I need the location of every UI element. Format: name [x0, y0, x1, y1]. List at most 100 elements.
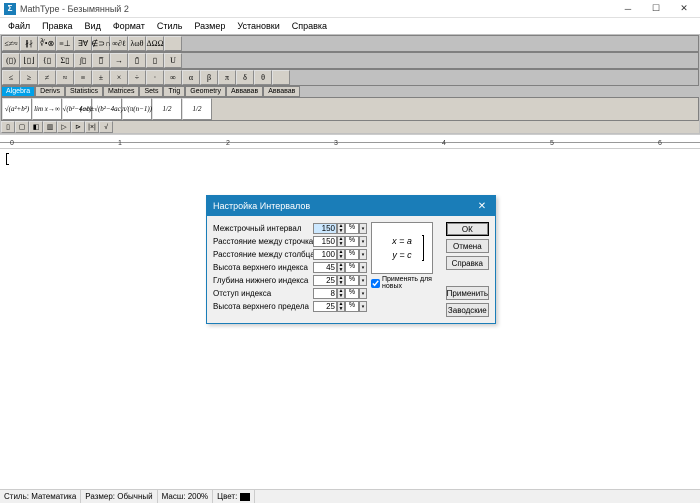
- spinner[interactable]: ▲▼: [337, 262, 345, 273]
- unit-dropdown-icon[interactable]: ▾: [359, 249, 367, 260]
- palette-cell[interactable]: α: [182, 70, 200, 85]
- setting-value-input[interactable]: [313, 236, 337, 247]
- palette-cell[interactable]: ÷: [128, 70, 146, 85]
- tab-sets[interactable]: Sets: [139, 86, 163, 97]
- unit-dropdown-icon[interactable]: ▾: [359, 223, 367, 234]
- setting-value-input[interactable]: [313, 288, 337, 299]
- ok-button[interactable]: ОК: [446, 222, 489, 236]
- palette-cell[interactable]: ≥: [20, 70, 38, 85]
- menu-файл[interactable]: Файл: [2, 20, 36, 32]
- palette-cell[interactable]: U: [164, 53, 182, 68]
- palette-cell[interactable]: [272, 70, 290, 85]
- small-tool[interactable]: ▯: [1, 121, 15, 133]
- palette-cell[interactable]: [164, 36, 182, 51]
- spinner[interactable]: ▲▼: [337, 236, 345, 247]
- unit-select[interactable]: %: [345, 223, 359, 234]
- tab-derivs[interactable]: Derivs: [35, 86, 65, 97]
- dialog-close-icon[interactable]: ✕: [475, 199, 489, 213]
- unit-select[interactable]: %: [345, 236, 359, 247]
- menu-вид[interactable]: Вид: [79, 20, 107, 32]
- small-tool[interactable]: ▢: [15, 121, 29, 133]
- palette-cell[interactable]: ≤≠≈: [2, 36, 20, 51]
- palette-cell[interactable]: (▯): [2, 53, 20, 68]
- apply-new-checkbox[interactable]: [371, 279, 380, 288]
- template-cell[interactable]: 1/2: [182, 98, 212, 120]
- palette-cell[interactable]: ±: [92, 70, 110, 85]
- unit-select[interactable]: %: [345, 249, 359, 260]
- palette-cell[interactable]: ∦∤: [20, 36, 38, 51]
- palette-cell[interactable]: ΔΩΩ: [146, 36, 164, 51]
- unit-dropdown-icon[interactable]: ▾: [359, 262, 367, 273]
- palette-cell[interactable]: θ: [254, 70, 272, 85]
- tab-algebra[interactable]: Algebra: [1, 86, 35, 97]
- palette-cell[interactable]: β: [200, 70, 218, 85]
- template-cell[interactable]: 1/2: [152, 98, 182, 120]
- palette-cell[interactable]: π: [218, 70, 236, 85]
- unit-dropdown-icon[interactable]: ▾: [359, 275, 367, 286]
- tab-geometry[interactable]: Geometry: [185, 86, 226, 97]
- unit-dropdown-icon[interactable]: ▾: [359, 236, 367, 247]
- unit-select[interactable]: %: [345, 262, 359, 273]
- palette-cell[interactable]: ≠: [38, 70, 56, 85]
- menu-стиль[interactable]: Стиль: [151, 20, 189, 32]
- unit-select[interactable]: %: [345, 301, 359, 312]
- dialog-titlebar[interactable]: Настройка Интервалов ✕: [207, 196, 495, 216]
- setting-value-input[interactable]: [313, 223, 337, 234]
- palette-cell[interactable]: ▯̄: [128, 53, 146, 68]
- palette-cell[interactable]: Σ▯: [56, 53, 74, 68]
- small-tool[interactable]: ◧: [29, 121, 43, 133]
- unit-dropdown-icon[interactable]: ▾: [359, 288, 367, 299]
- small-tool[interactable]: √: [99, 121, 113, 133]
- minimize-button[interactable]: ─: [614, 1, 642, 17]
- palette-cell[interactable]: ▯̅: [92, 53, 110, 68]
- apply-button[interactable]: Применить: [446, 286, 489, 300]
- palette-cell[interactable]: ▯: [146, 53, 164, 68]
- template-cell[interactable]: √(a²+b²): [2, 98, 32, 120]
- spinner[interactable]: ▲▼: [337, 275, 345, 286]
- palette-cell[interactable]: ⌊▯⌋: [20, 53, 38, 68]
- palette-cell[interactable]: ≤: [2, 70, 20, 85]
- menu-установки[interactable]: Установки: [231, 20, 285, 32]
- palette-cell[interactable]: {▯: [38, 53, 56, 68]
- palette-cell[interactable]: ×: [110, 70, 128, 85]
- tab-аввавав[interactable]: Аввавав: [263, 86, 300, 97]
- tab-аввавав[interactable]: Аввавав: [226, 86, 263, 97]
- palette-cell[interactable]: δ: [236, 70, 254, 85]
- unit-select[interactable]: %: [345, 275, 359, 286]
- palette-cell[interactable]: ≡⊥: [56, 36, 74, 51]
- maximize-button[interactable]: ☐: [642, 1, 670, 17]
- menu-справка[interactable]: Справка: [286, 20, 333, 32]
- small-tool[interactable]: |×|: [85, 121, 99, 133]
- close-button[interactable]: ✕: [670, 1, 698, 17]
- palette-cell[interactable]: ≡: [74, 70, 92, 85]
- template-cell[interactable]: π/(π(n−1)): [122, 98, 152, 120]
- palette-cell[interactable]: ·: [146, 70, 164, 85]
- template-cell[interactable]: (−b±√(b²−4ac))/2a: [92, 98, 122, 120]
- help-button[interactable]: Справка: [446, 256, 489, 270]
- palette-cell[interactable]: λωθ: [128, 36, 146, 51]
- small-tool[interactable]: ⊳: [71, 121, 85, 133]
- setting-value-input[interactable]: [313, 249, 337, 260]
- palette-cell[interactable]: ∞: [164, 70, 182, 85]
- palette-cell[interactable]: ≈: [56, 70, 74, 85]
- factory-button[interactable]: Заводские: [446, 303, 489, 317]
- palette-cell[interactable]: ∃∀: [74, 36, 92, 51]
- setting-value-input[interactable]: [313, 275, 337, 286]
- spinner[interactable]: ▲▼: [337, 249, 345, 260]
- palette-cell[interactable]: ∛•⊗: [38, 36, 56, 51]
- template-cell[interactable]: lim x→∞: [32, 98, 62, 120]
- tab-statistics[interactable]: Statistics: [65, 86, 103, 97]
- menu-правка[interactable]: Правка: [36, 20, 78, 32]
- spinner[interactable]: ▲▼: [337, 223, 345, 234]
- palette-cell[interactable]: ∫▯: [74, 53, 92, 68]
- setting-value-input[interactable]: [313, 301, 337, 312]
- spinner[interactable]: ▲▼: [337, 301, 345, 312]
- setting-value-input[interactable]: [313, 262, 337, 273]
- cancel-button[interactable]: Отмена: [446, 239, 489, 253]
- small-tool[interactable]: ▥: [43, 121, 57, 133]
- palette-cell[interactable]: ∞∂ℓ: [110, 36, 128, 51]
- menu-размер[interactable]: Размер: [188, 20, 231, 32]
- spinner[interactable]: ▲▼: [337, 288, 345, 299]
- palette-cell[interactable]: →: [110, 53, 128, 68]
- palette-cell[interactable]: ∉⊃∩: [92, 36, 110, 51]
